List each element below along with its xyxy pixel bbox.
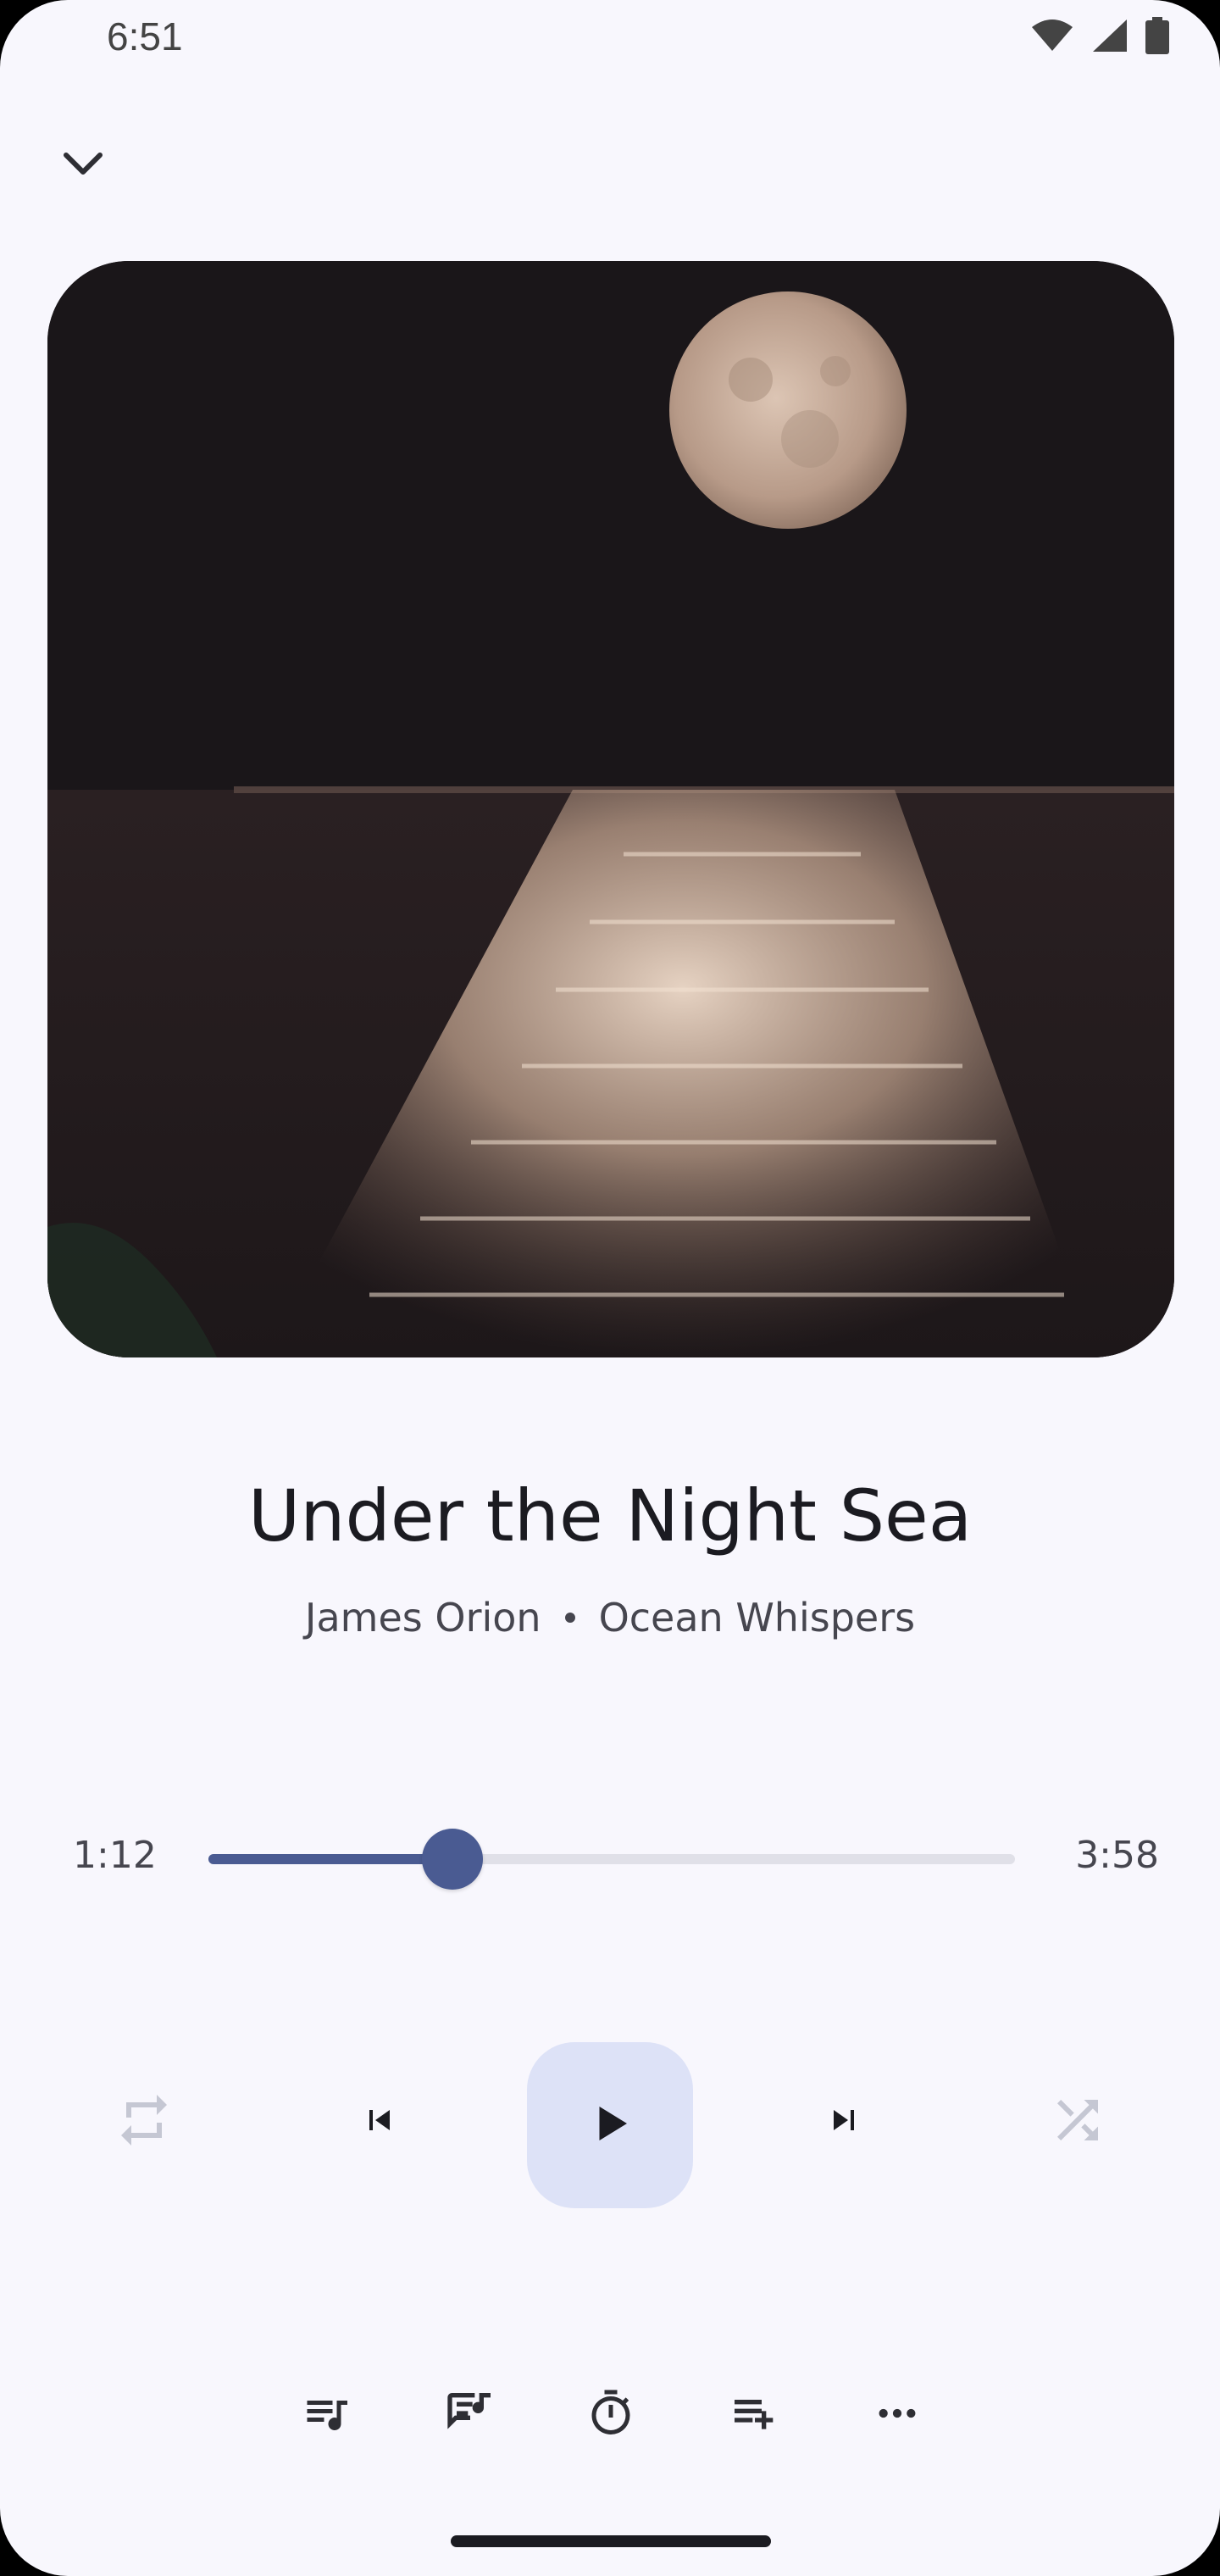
seek-thumb[interactable] — [422, 1829, 483, 1890]
play-button[interactable] — [527, 2042, 693, 2208]
album-artwork — [47, 261, 1174, 1357]
more-horizontal-icon — [873, 2390, 921, 2441]
previous-button[interactable] — [342, 2085, 417, 2159]
queue-music-icon — [301, 2388, 352, 2443]
album-name[interactable]: Ocean Whispers — [599, 1595, 916, 1641]
repeat-button[interactable] — [107, 2085, 181, 2159]
artist-name[interactable]: James Orion — [305, 1595, 541, 1641]
total-time: 3:58 — [1075, 1834, 1159, 1877]
chevron-down-icon — [61, 150, 105, 183]
playlist-add-icon — [728, 2386, 782, 2445]
wifi-icon — [1030, 19, 1074, 53]
play-icon — [585, 2098, 635, 2153]
battery-icon — [1145, 17, 1169, 54]
status-icons — [1030, 17, 1169, 54]
separator-dot — [564, 1613, 575, 1623]
lyrics-button[interactable] — [436, 2381, 504, 2449]
lyrics-icon — [443, 2386, 497, 2445]
repeat-icon — [114, 2090, 175, 2155]
seek-progress — [208, 1854, 452, 1864]
skip-next-icon — [824, 2100, 864, 2145]
cell-signal-icon — [1091, 18, 1128, 53]
shuffle-button[interactable] — [1040, 2085, 1115, 2159]
home-indicator[interactable] — [451, 2535, 771, 2547]
skip-previous-icon — [359, 2100, 400, 2145]
status-time: 6:51 — [107, 14, 183, 58]
shuffle-icon — [1047, 2090, 1108, 2155]
add-to-playlist-button[interactable] — [721, 2381, 789, 2449]
track-subtitle: James Orion Ocean Whispers — [0, 1595, 1220, 1641]
bottom-action-bar — [0, 2381, 1220, 2449]
album-art-image — [47, 261, 1174, 1357]
track-title: Under the Night Sea — [247, 1474, 973, 1557]
status-bar: 6:51 — [0, 0, 1220, 76]
next-button[interactable] — [807, 2085, 881, 2159]
queue-button[interactable] — [292, 2381, 360, 2449]
more-options-button[interactable] — [863, 2381, 931, 2449]
seek-bar[interactable] — [208, 1829, 1015, 1890]
sleep-timer-button[interactable] — [577, 2381, 645, 2449]
collapse-button[interactable] — [53, 136, 114, 197]
now-playing-screen: 6:51 Under the Night Sea James Orion Oce… — [0, 0, 1220, 2576]
sleep-timer-icon — [585, 2388, 636, 2443]
elapsed-time: 1:12 — [73, 1834, 157, 1877]
